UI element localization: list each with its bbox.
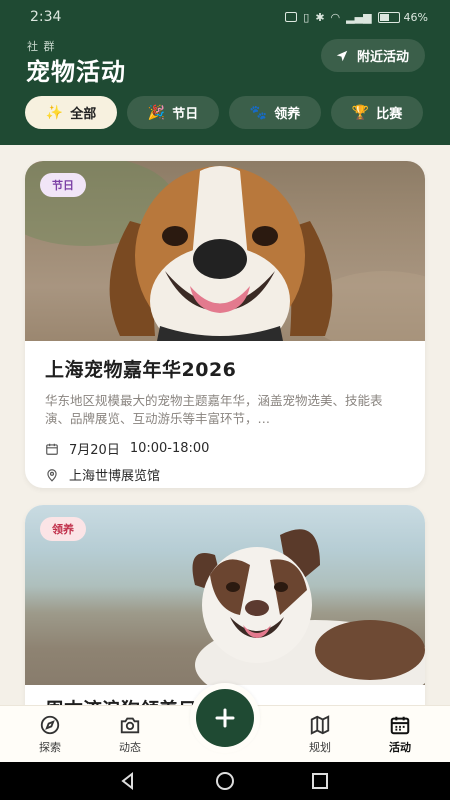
page-title: 宠物活动: [26, 58, 126, 86]
trophy-icon: 🏆: [351, 104, 370, 121]
camera-icon: [120, 717, 140, 734]
beagle-photo: 节日: [25, 161, 425, 341]
nav-label: 规划: [309, 741, 331, 754]
calendar-icon: [390, 716, 410, 735]
calendar-icon: [46, 443, 58, 455]
battery: 46%: [377, 10, 428, 24]
battery-percent: 46%: [403, 10, 428, 24]
plus-icon: [215, 708, 235, 728]
events-list[interactable]: 节日 上海宠物嘉年华2026 华东地区规模最大的宠物主题嘉年华，涵盖宠物选美、技…: [0, 145, 450, 705]
event-time: 10:00-18:00: [129, 441, 210, 456]
navigation-arrow-icon: [336, 50, 348, 61]
paw-prints-icon: 🐾: [249, 104, 268, 121]
nav-label: 活动: [389, 741, 411, 754]
location-pin-icon: [47, 468, 57, 482]
status-time: 2:34: [30, 9, 62, 25]
recents-icon[interactable]: [310, 771, 330, 791]
nearby-events-label: 附近活动: [356, 50, 409, 65]
nfc-icon: [285, 12, 298, 22]
status-icons: ▯ ✱ ◠ ▂▄▆ 46%: [285, 11, 428, 24]
event-datetime: 7月20日 10:00-18:00: [45, 439, 405, 458]
vibrate-icon: ▯: [303, 10, 310, 24]
chip-contest[interactable]: 🏆 比赛: [331, 96, 423, 129]
home-icon[interactable]: [214, 771, 236, 791]
australian-shepherd-photo: 领养: [25, 505, 425, 685]
chip-label: 领养: [274, 107, 301, 122]
chip-adoption[interactable]: 🐾 领养: [229, 96, 321, 129]
back-icon[interactable]: [118, 771, 138, 791]
event-tag: 节日: [40, 173, 86, 197]
system-nav-bar: [0, 762, 450, 800]
bluetooth-icon: ✱: [315, 10, 325, 24]
event-title: 上海宠物嘉年华2026: [45, 359, 237, 381]
chip-festival[interactable]: 🎉 节日: [127, 96, 219, 129]
screen: 2:34 ▯ ✱ ◠ ▂▄▆ 46% 社 群 宠物活动 附近活动 ✨ 全部 🎉 …: [0, 0, 450, 800]
event-card[interactable]: 节日 上海宠物嘉年华2026 华东地区规模最大的宠物主题嘉年华，涵盖宠物选美、技…: [25, 161, 425, 488]
nearby-events-button[interactable]: 附近活动: [320, 39, 425, 72]
event-location-text: 上海世博展览馆: [69, 469, 161, 484]
battery-icon: [377, 11, 400, 23]
category-chips: ✨ 全部 🎉 节日 🐾 领养 🏆 比赛: [25, 96, 423, 129]
nav-label: 动态: [119, 741, 141, 754]
event-tag: 领养: [40, 517, 86, 541]
nav-explore[interactable]: 探索: [25, 714, 75, 755]
chip-label: 节日: [172, 107, 199, 122]
nav-events[interactable]: 活动: [375, 714, 425, 755]
nav-label: 探索: [39, 741, 61, 754]
chip-all[interactable]: ✨ 全部: [25, 96, 117, 129]
event-description: 华东地区规模最大的宠物主题嘉年华，涵盖宠物选美、技能表演、品牌展览、互动游乐等丰…: [45, 393, 383, 426]
wifi-icon: ◠: [330, 10, 341, 24]
nav-feed[interactable]: 动态: [105, 714, 155, 755]
chip-label: 全部: [70, 107, 97, 122]
event-card[interactable]: 领养 周末流浪狗领养日: [25, 505, 425, 705]
signal-icon: ▂▄▆: [346, 10, 372, 24]
event-date: 7月20日: [69, 443, 120, 458]
sparkles-icon: ✨: [45, 104, 64, 121]
header: 2:34 ▯ ✱ ◠ ▂▄▆ 46% 社 群 宠物活动 附近活动 ✨ 全部 🎉 …: [0, 0, 450, 145]
event-title: 周末流浪狗领养日: [45, 695, 197, 705]
event-location: 上海世博展览馆: [45, 465, 405, 484]
map-icon: [310, 715, 330, 735]
nav-planning[interactable]: 规划: [295, 714, 345, 755]
status-bar: 2:34 ▯ ✱ ◠ ▂▄▆ 46%: [0, 0, 450, 34]
chip-label: 比赛: [376, 107, 403, 122]
create-event-button[interactable]: [196, 689, 254, 747]
party-popper-icon: 🎉: [147, 104, 166, 121]
compass-icon: [40, 715, 60, 735]
